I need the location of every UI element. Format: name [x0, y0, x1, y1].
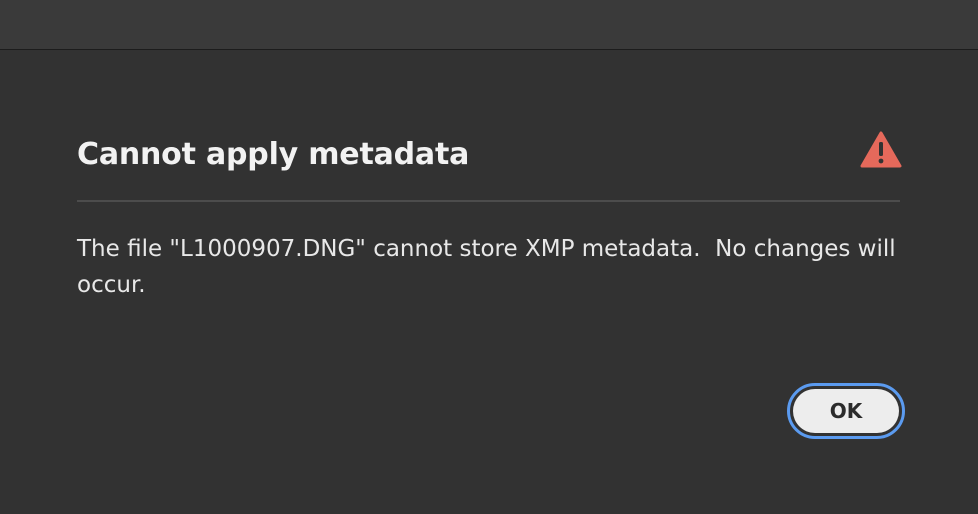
warning-icon	[860, 131, 902, 168]
ok-button-label: OK	[793, 389, 899, 433]
window-titlebar	[0, 0, 978, 50]
dialog-message: The file "L1000907.DNG" cannot store XMP…	[77, 236, 903, 298]
app-window: Cannot apply metadata The file "L1000907…	[0, 0, 978, 514]
alert-dialog: Cannot apply metadata The file "L1000907…	[0, 51, 978, 514]
dialog-title: Cannot apply metadata	[77, 137, 470, 172]
ok-button[interactable]: OK	[787, 383, 905, 439]
dialog-divider	[77, 200, 900, 202]
